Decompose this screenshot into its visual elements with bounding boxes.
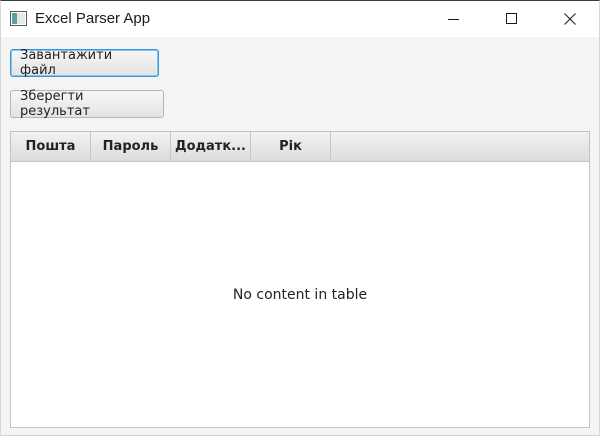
minimize-button[interactable] bbox=[431, 1, 477, 37]
maximize-icon bbox=[506, 13, 517, 24]
close-button[interactable] bbox=[547, 1, 593, 37]
java-app-icon bbox=[10, 11, 27, 26]
data-table[interactable]: Пошта Пароль Додатк... Рік No content in… bbox=[10, 131, 590, 428]
save-result-button[interactable]: Зберегти результат bbox=[10, 89, 164, 119]
maximize-button[interactable] bbox=[489, 1, 535, 37]
column-header-year[interactable]: Рік bbox=[251, 132, 331, 161]
table-header: Пошта Пароль Додатк... Рік bbox=[11, 132, 589, 162]
close-icon bbox=[564, 13, 576, 25]
title-bar[interactable]: Excel Parser App bbox=[1, 1, 599, 37]
column-header-extra[interactable]: Додатк... bbox=[171, 132, 251, 161]
window-title: Excel Parser App bbox=[35, 10, 151, 27]
column-header-email[interactable]: Пошта bbox=[11, 132, 91, 161]
column-header-password[interactable]: Пароль bbox=[91, 132, 171, 161]
table-placeholder: No content in table bbox=[232, 286, 368, 303]
app-window: Excel Parser App Завантажити файл Зберег… bbox=[0, 0, 600, 436]
minimize-icon bbox=[448, 19, 459, 20]
load-file-button[interactable]: Завантажити файл bbox=[10, 48, 159, 78]
